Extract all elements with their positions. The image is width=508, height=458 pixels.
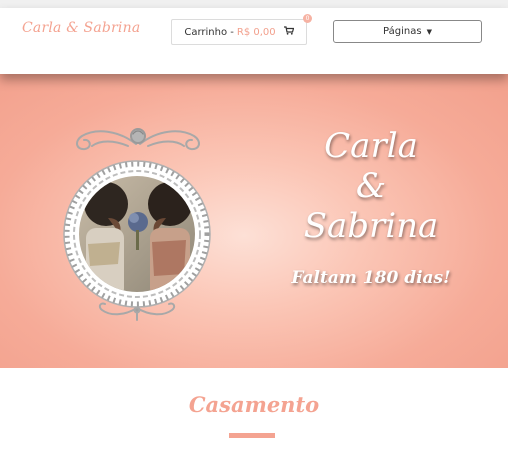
bride-name-1: Carla — [324, 126, 418, 166]
caret-down-icon: ▼ — [426, 27, 432, 36]
bride-name-2: Sabrina — [303, 206, 439, 246]
cart-count-badge: 0 — [303, 14, 312, 23]
section-title-underline — [229, 433, 275, 438]
hero-names: Carla & Sabrina Faltam 180 dias! — [276, 126, 466, 288]
brand-logo[interactable]: Carla & Sabrina — [22, 20, 140, 36]
section-title: Casamento — [188, 392, 320, 417]
cart-price: R$ 0,00 — [236, 26, 276, 38]
pages-label: Páginas — [383, 26, 422, 37]
navbar: Carla & Sabrina Carrinho - R$ 0,00 0 Pág… — [0, 8, 508, 74]
shopping-cart-icon — [283, 26, 294, 38]
cart-button[interactable]: Carrinho - R$ 0,00 — [171, 19, 307, 45]
top-ornament — [76, 128, 200, 151]
browser-top-strip — [0, 0, 508, 8]
cart-label: Carrinho - — [184, 26, 234, 38]
countdown-text: Faltam 180 dias! — [291, 268, 451, 288]
couple-photo-frame — [58, 124, 218, 324]
hero-banner: Carla & Sabrina Faltam 180 dias! — [0, 74, 508, 368]
pages-dropdown-button[interactable]: Páginas ▼ — [333, 20, 482, 43]
ampersand: & — [355, 166, 387, 206]
